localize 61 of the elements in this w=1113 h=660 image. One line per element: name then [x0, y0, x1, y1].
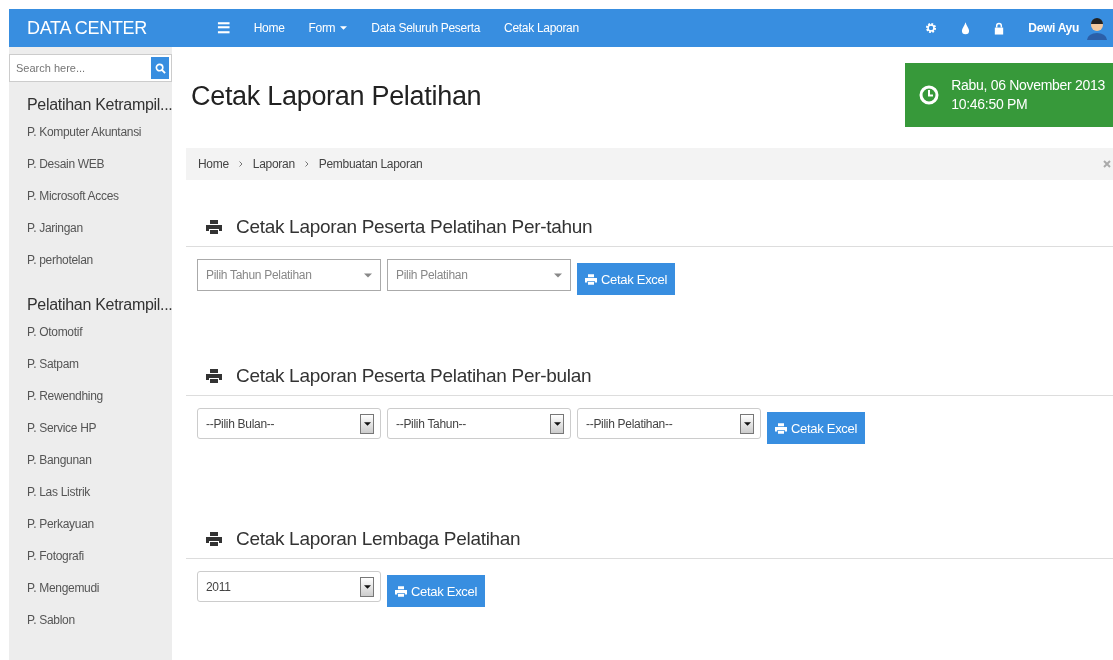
printer-icon	[206, 220, 222, 234]
select-field[interactable]: --Pilih Bulan--	[197, 408, 381, 439]
sidebar-item[interactable]: P. Service HP	[9, 418, 172, 450]
close-icon[interactable]	[1103, 160, 1111, 168]
nav-link[interactable]: Home	[253, 21, 285, 35]
sidebar-item[interactable]: P. Las Listrik	[9, 482, 172, 514]
sidebar-item[interactable]: P. Jaringan	[9, 218, 172, 250]
sidebar-item[interactable]: P. Rewendhing	[9, 386, 172, 418]
select-field[interactable]: --Pilih Pelatihan--	[577, 408, 761, 439]
sidebar-heading: Pelatihan Ketrampil...	[26, 296, 172, 314]
brand-title[interactable]: DATA CENTER	[9, 17, 165, 39]
avatar-icon[interactable]	[1085, 16, 1109, 40]
section-title: Cetak Laporan Peserta Pelatihan Per-bulan	[236, 365, 592, 387]
breadcrumb-link[interactable]: Laporan	[252, 157, 295, 171]
separator-icon	[304, 161, 309, 167]
select-field[interactable]: 2011	[197, 571, 381, 602]
export-excel-button[interactable]: Cetak Excel	[387, 575, 486, 607]
sidebar-item[interactable]: P. Microsoft Acces	[9, 186, 172, 218]
search-field[interactable]: Search here...	[9, 54, 172, 82]
sidebar-item[interactable]: P. Bangunan	[9, 450, 172, 482]
nav-link[interactable]: Data Seluruh Peserta	[371, 21, 481, 35]
search-button[interactable]	[151, 57, 169, 79]
user-name[interactable]: Dewi Ayu	[1028, 21, 1079, 35]
printer-icon	[585, 273, 597, 285]
nav-link[interactable]: Cetak Laporan	[504, 21, 579, 35]
clock-time: 10:46:50 PM	[951, 95, 1029, 114]
sidebar-item[interactable]: P. Perkayuan	[9, 514, 172, 546]
menu-button[interactable]: ☰	[217, 19, 230, 37]
printer-icon	[775, 422, 787, 434]
breadcrumb-link[interactable]: Home	[198, 157, 229, 171]
printer-icon	[395, 585, 407, 597]
sidebar-item[interactable]: P. Desain WEB	[9, 154, 172, 186]
sidebar-item[interactable]: P. Sablon	[9, 610, 172, 642]
sidebar-item[interactable]: P. Fotografi	[9, 546, 172, 578]
breadcrumb-link[interactable]: Pembuatan Laporan	[318, 157, 423, 171]
section-title: Cetak Laporan Lembaga Pelatihan	[236, 528, 521, 550]
printer-icon	[206, 369, 222, 383]
nav-link[interactable]: Form	[308, 21, 348, 35]
select-field[interactable]: --Pilih Tahun--	[387, 408, 571, 439]
separator-icon	[238, 161, 243, 167]
export-excel-button[interactable]: Cetak Excel	[767, 412, 866, 444]
drop-icon[interactable]	[961, 21, 971, 35]
sidebar-item[interactable]: P. Mengemudi	[9, 578, 172, 610]
sidebar-item[interactable]: P. Komputer Akuntansi	[9, 122, 172, 154]
caret-icon	[364, 272, 372, 278]
search-icon	[154, 62, 166, 74]
select-field[interactable]: Pilih Tahun Pelatihan	[197, 259, 381, 291]
sidebar-item[interactable]: P. Satpam	[9, 354, 172, 386]
settings-icon[interactable]	[925, 22, 938, 34]
sidebar-heading: Pelatihan Ketrampil...	[26, 96, 172, 114]
select-field[interactable]: Pilih Pelatihan	[387, 259, 571, 291]
printer-icon	[206, 532, 222, 546]
export-excel-button[interactable]: Cetak Excel	[577, 263, 676, 295]
sidebar-item[interactable]: P. perhotelan	[9, 250, 172, 282]
caret-icon	[554, 272, 562, 278]
sidebar-item[interactable]: P. Otomotif	[9, 322, 172, 354]
clock-date: Rabu, 06 November 2013	[951, 76, 1105, 95]
clock-icon	[919, 85, 940, 105]
section-title: Cetak Laporan Peserta Pelatihan Per-tahun	[236, 216, 593, 238]
lock-icon[interactable]	[994, 21, 1005, 35]
page-title: Cetak Laporan Pelatihan	[191, 81, 482, 112]
